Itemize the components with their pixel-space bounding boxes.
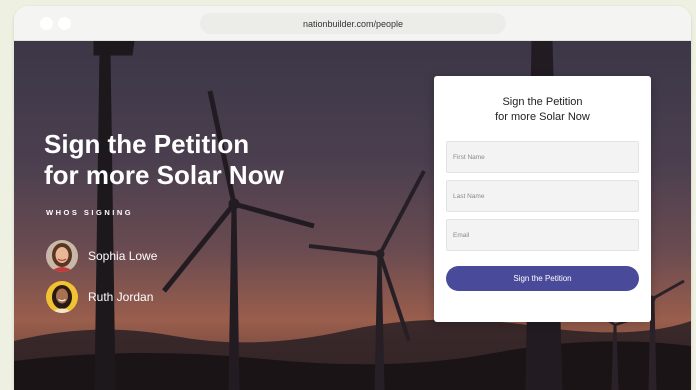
window-control-dot[interactable] (40, 17, 53, 30)
form-title: Sign the Petition for more Solar Now (434, 95, 651, 125)
address-bar[interactable]: nationbuilder.com/people (200, 13, 506, 34)
window-control-dot[interactable] (58, 17, 71, 30)
page-title-line: for more Solar Now (44, 160, 284, 190)
sign-petition-button[interactable]: Sign the Petition (446, 266, 639, 291)
signer-item: Ruth Jordan (46, 281, 153, 313)
petition-form: Sign the Petition for more Solar Now Sig… (434, 76, 651, 322)
signer-name: Sophia Lowe (88, 249, 158, 263)
signers-heading: WHOS SIGNING (46, 208, 134, 217)
signer-item: Sophia Lowe (46, 240, 157, 272)
browser-window: nationbuilder.com/people Sign the Petiti… (14, 6, 691, 390)
last-name-field[interactable] (446, 180, 639, 212)
avatar-image (46, 281, 78, 313)
address-url: nationbuilder.com/people (302, 18, 404, 29)
browser-chrome: nationbuilder.com/people (14, 6, 691, 41)
page-title: Sign the Petition for more Solar Now (44, 129, 344, 191)
form-title-line: for more Solar Now (495, 111, 590, 123)
avatar-image (46, 240, 78, 272)
avatar (46, 281, 78, 313)
avatar (46, 240, 78, 272)
signer-name: Ruth Jordan (88, 290, 154, 304)
hero-section: Sign the Petition for more Solar Now WHO… (14, 41, 691, 390)
page-title-line: Sign the Petition (44, 129, 250, 159)
form-title-line: Sign the Petition (502, 96, 583, 108)
first-name-field[interactable] (446, 141, 639, 173)
email-field[interactable] (446, 219, 639, 251)
